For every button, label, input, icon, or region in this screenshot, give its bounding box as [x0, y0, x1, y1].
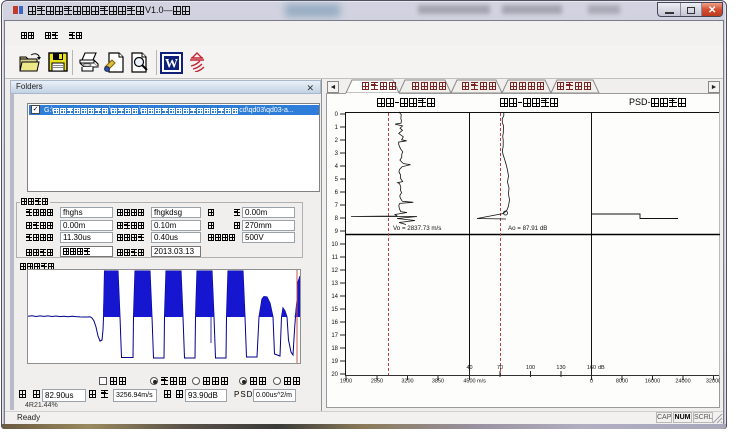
svg-text:15: 15	[331, 307, 338, 313]
svg-text:0: 0	[590, 379, 593, 385]
svg-text:24000: 24000	[675, 379, 690, 385]
svg-text:70: 70	[497, 365, 503, 371]
svg-text:10: 10	[331, 242, 338, 248]
svg-text:8: 8	[335, 216, 339, 222]
svg-text:32000: 32000	[706, 379, 720, 385]
svg-text:14: 14	[331, 294, 338, 300]
svg-text:16000: 16000	[645, 379, 660, 385]
svg-text:dB: dB	[598, 365, 605, 371]
svg-text:19: 19	[331, 359, 338, 365]
svg-text:17: 17	[331, 333, 338, 339]
svg-text:Ao = 87.91 dB: Ao = 87.91 dB	[508, 225, 547, 232]
svg-text:W: W	[165, 56, 178, 71]
svg-text:13: 13	[331, 281, 338, 287]
svg-text:4500: 4500	[463, 379, 475, 385]
svg-text:100: 100	[526, 365, 535, 371]
svg-text:20: 20	[331, 372, 338, 378]
svg-text:12: 12	[331, 268, 338, 274]
svg-text:2: 2	[335, 138, 339, 144]
svg-text:5: 5	[335, 177, 339, 183]
svg-text:m/s: m/s	[477, 379, 486, 385]
svg-text:4: 4	[335, 164, 339, 170]
svg-text:8000: 8000	[616, 379, 628, 385]
svg-text:6: 6	[335, 190, 339, 196]
svg-text:40: 40	[466, 365, 472, 371]
svg-text:9: 9	[335, 229, 339, 235]
svg-text:130: 130	[556, 365, 565, 371]
svg-text:3: 3	[335, 151, 339, 157]
svg-text:0: 0	[335, 112, 339, 118]
svg-text:2550: 2550	[371, 379, 383, 385]
svg-text:160: 160	[587, 365, 596, 371]
svg-text:7: 7	[335, 203, 339, 209]
svg-text:3200: 3200	[401, 379, 413, 385]
svg-text:16: 16	[331, 320, 338, 326]
svg-text:1900: 1900	[340, 379, 352, 385]
svg-text:11: 11	[332, 255, 339, 261]
svg-text:3850: 3850	[432, 379, 444, 385]
svg-text:1: 1	[335, 125, 339, 131]
svg-text:18: 18	[331, 346, 338, 352]
svg-text:Vo = 2837.73 m/s: Vo = 2837.73 m/s	[393, 225, 441, 232]
